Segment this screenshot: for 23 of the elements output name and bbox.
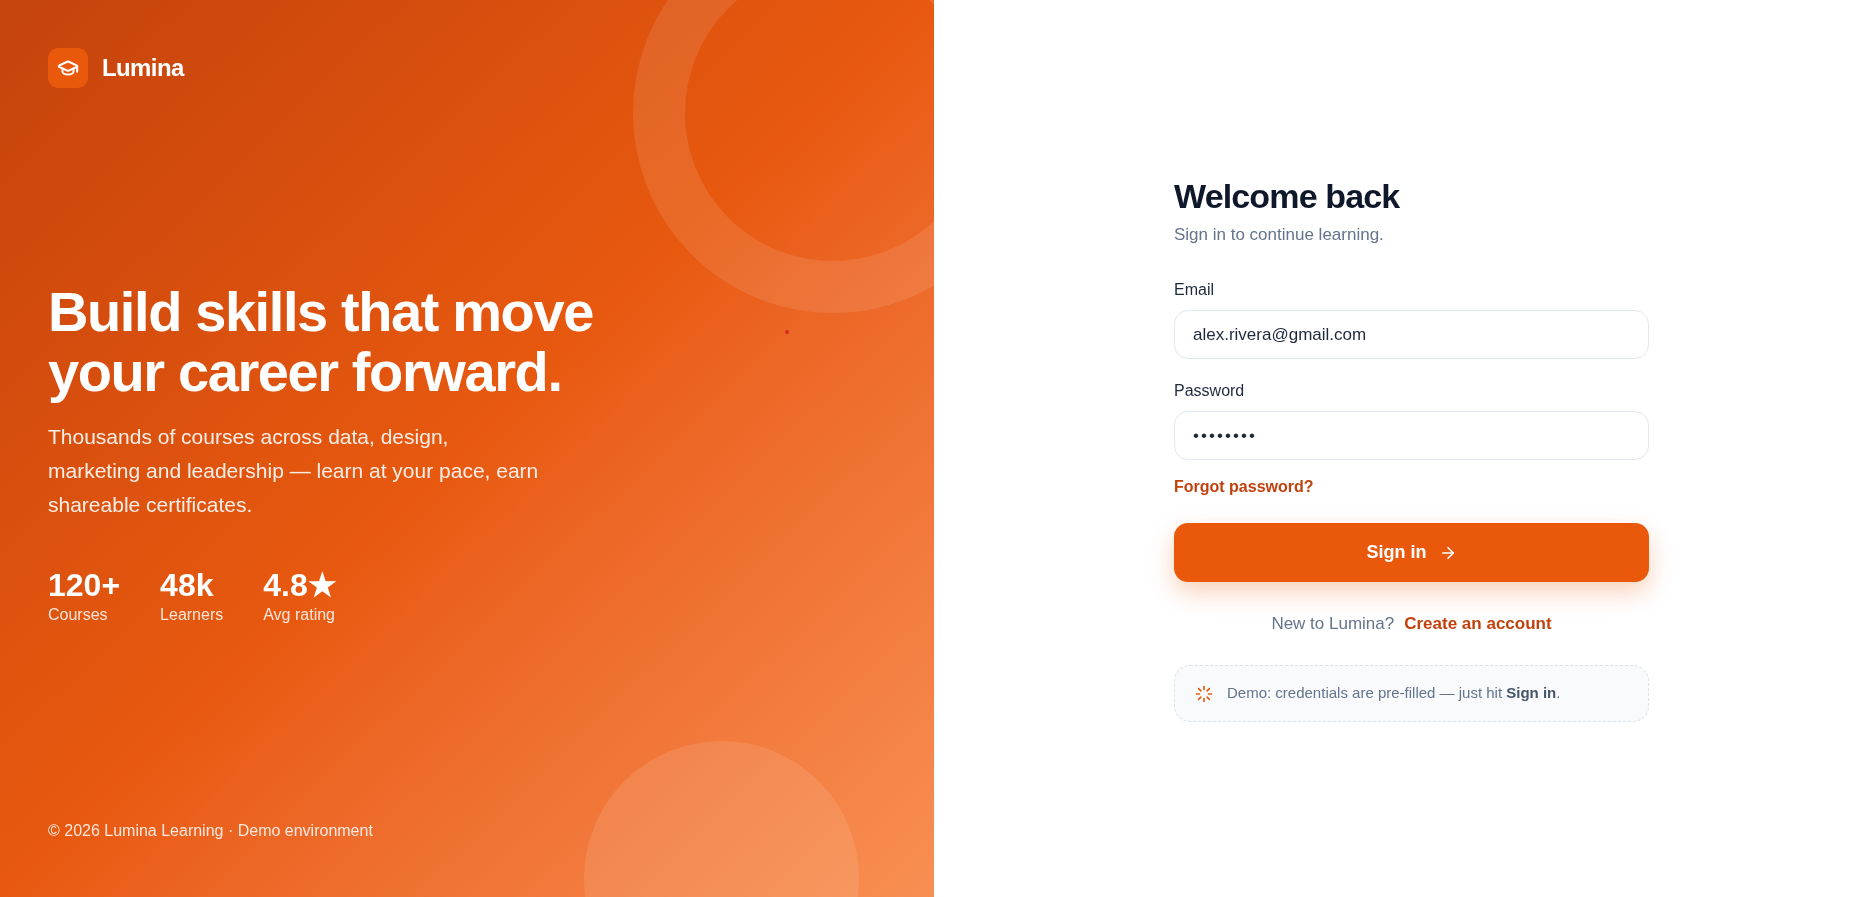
footer-text: © 2026 Lumina Learning · Demo environment	[48, 821, 373, 841]
stat-value: 4.8★	[263, 565, 337, 604]
graduation-cap-icon	[48, 48, 88, 88]
email-field[interactable]: alex.rivera@gmail.com	[1174, 310, 1649, 359]
signup-prompt: New to Lumina?	[1271, 613, 1395, 635]
demo-note-text: Demo: credentials are pre-filled — just hit Sign in.	[1227, 683, 1561, 704]
sign-in-button[interactable]: Sign in	[1174, 523, 1649, 582]
create-account-link[interactable]: Create an account	[1404, 612, 1552, 636]
password-field[interactable]: ••••••••	[1174, 411, 1649, 460]
hero-description: Thousands of courses across data, design, marketing and leadership — learn at your pace, earn shareable certificates.	[48, 423, 540, 518]
stat-label: Avg rating	[263, 604, 336, 625]
stat-value: 120+	[48, 565, 121, 604]
stat-label: Courses	[48, 604, 109, 625]
forgot-password-link[interactable]: Forgot password?	[1174, 475, 1314, 499]
stat-label: Learners	[160, 604, 224, 625]
field-label: Email	[1174, 280, 1215, 300]
form-title: Welcome back	[1174, 176, 1401, 217]
field-label: Password	[1174, 381, 1246, 401]
stat-value: 48k	[160, 565, 215, 604]
form-subtitle: Sign in to continue learning.	[1174, 224, 1385, 246]
hero-headline: Build skills that move your career forward.	[48, 281, 594, 402]
burst-icon	[1195, 684, 1213, 703]
brand-name: Lumina	[102, 53, 184, 83]
